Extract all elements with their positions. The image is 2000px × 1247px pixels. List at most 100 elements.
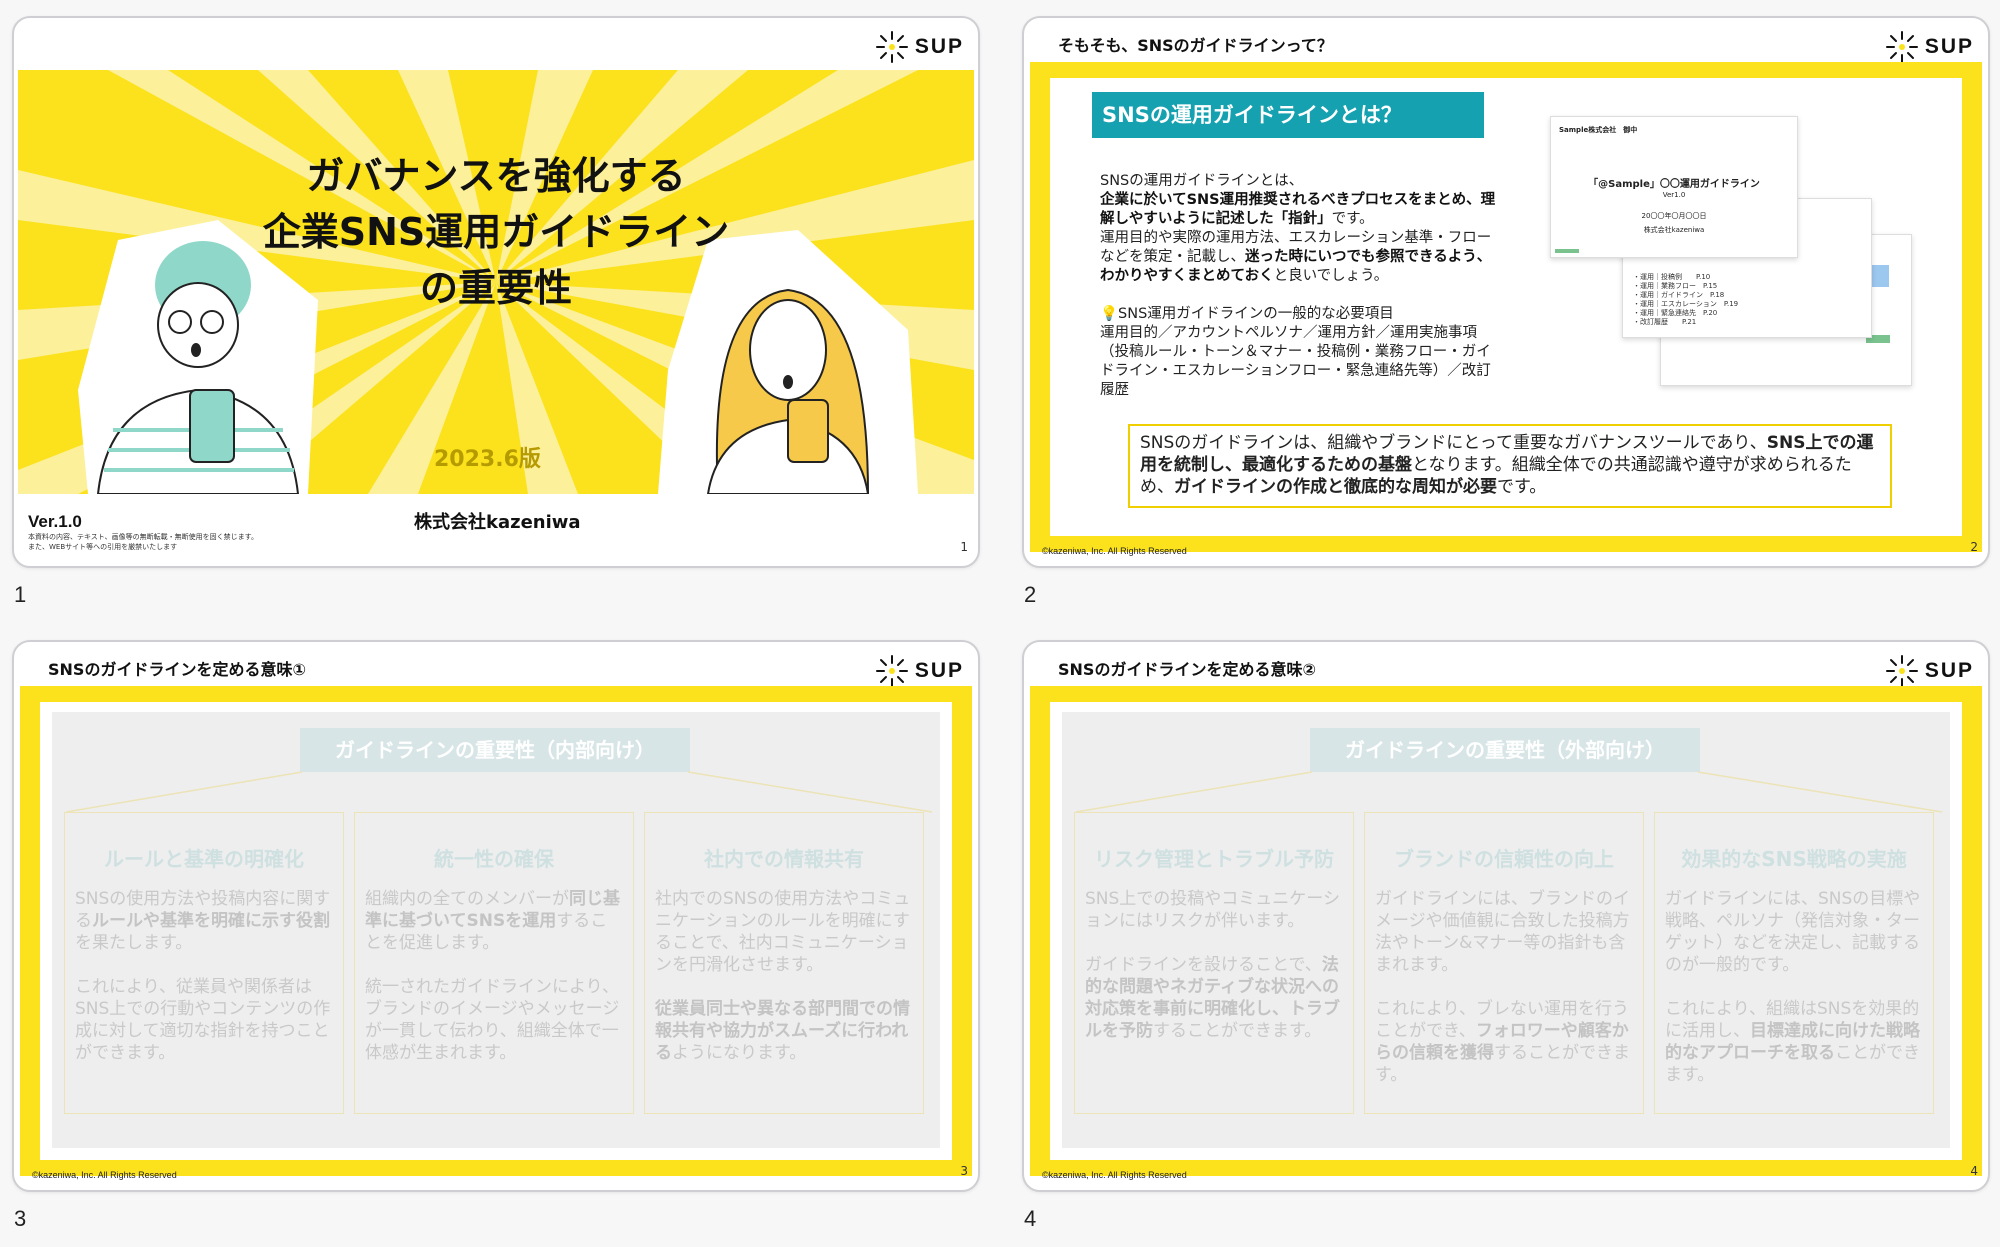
sunburst-icon — [1885, 31, 1918, 63]
copyright: ©kazeniwa, Inc. All Rights Reserved — [1042, 1170, 1187, 1180]
notice-line1: 本資料の内容、テキスト、画像等の無断転載・無断使用を固く禁じます。 — [28, 533, 258, 541]
content-area: SNSの運用ガイドラインとは？ SNSの運用ガイドラインとは、 企業に於いてSN… — [1050, 78, 1962, 536]
dimmed-overlay: ガイドラインの重要性（外部向け） リスク管理とトラブル予防 SNS上での投稿やコ… — [1062, 712, 1950, 1148]
column-card-1: ルールと基準の明確化 SNSの使用方法や投稿内容に関するルールや基準を明確に示す… — [64, 812, 344, 1114]
slide-title: SNSのガイドラインを定める意味① — [48, 660, 306, 679]
slide-thumbnail-1[interactable]: SUP ガバナンスを強化する 企業SNS運用ガイドライン の重要性 2023.6… — [12, 16, 980, 568]
column-title: リスク管理とトラブル予防 — [1094, 847, 1334, 871]
sup-logo: SUP — [875, 652, 964, 690]
doc-author: 株式会社kazeniwa — [1643, 226, 1705, 234]
cover-title-line1: ガバナンスを強化する — [306, 154, 686, 198]
body-text: することができます。 — [1153, 1021, 1322, 1041]
doc-logo-mark — [1555, 249, 1579, 253]
toc-line: ・運用｜エスカレーション P.19 — [1633, 300, 1739, 308]
slide-label-2: 2 — [1024, 582, 1037, 607]
slide-page-number: 1 — [960, 540, 968, 554]
body-text: 社内でのSNSの使用方法やコミュニケーションのルールを明確にすることで、社内コミ… — [655, 889, 911, 975]
toc-line: ・運用｜ガイドライン P.18 — [1633, 291, 1725, 299]
slide-thumbnail-3[interactable]: SNSのガイドラインを定める意味① SUP ガイドラインの重要性（内部向け） ル… — [12, 640, 980, 1192]
toc-line: ・運用｜緊急連絡先 P.20 — [1633, 309, 1718, 317]
column-body: SNS上での投稿やコミュニケーションにはリスクが伴います。 ガイドラインを設ける… — [1085, 888, 1343, 1042]
desc-p2-end: と良いでしょう。 — [1273, 268, 1389, 284]
notice-line2: また、WEBサイト等への引用を厳禁いたします — [28, 543, 178, 551]
logo-text: SUP — [1924, 35, 1974, 58]
slide-thumbnail-2[interactable]: そもそも、SNSのガイドラインって？ SUP SNSの運用ガイドラインとは？ S… — [1022, 16, 1990, 568]
callout-text-d: ガイドラインの作成と徹底的な周知が必要 — [1174, 477, 1497, 497]
column-body: ガイドラインには、ブランドのイメージや価値観に合致した投稿方法やトーン&マナー等… — [1375, 888, 1633, 1086]
logo-text: SUP — [914, 659, 964, 682]
desc-p1-bold: 企業に於いてSNS運用推奨されるべきプロセスをまとめ、理解しやすいように記述した… — [1100, 192, 1496, 227]
dimmed-overlay: ガイドラインの重要性（内部向け） ルールと基準の明確化 SNSの使用方法や投稿内… — [52, 712, 940, 1148]
cover-date: 2023.6版 — [434, 447, 541, 472]
slide-label-4: 4 — [1024, 1206, 1037, 1231]
body-text: SNS上での投稿やコミュニケーションにはリスクが伴います。 — [1085, 889, 1340, 931]
body-text: これにより、従業員や関係者はSNS上での行動やコンテンツの作成に対して適切な指針… — [75, 977, 331, 1063]
cover-notice: 本資料の内容、テキスト、画像等の無断転載・無断使用を固く禁じます。 また、WEB… — [28, 532, 258, 552]
body-text: 統一されたガイドラインにより、ブランドのイメージやメッセージが一貫して伝わり、組… — [365, 977, 620, 1063]
toc-line: ・運用｜業務フロー P.15 — [1633, 282, 1718, 290]
sup-logo: SUP — [1885, 652, 1974, 690]
column-body: ガイドラインには、SNSの目標や戦略、ペルソナ（発信対象・ターゲット）などを決定… — [1665, 888, 1923, 1086]
body-emphasis: ルールや基準を明確に示す役割 — [92, 911, 330, 931]
column-card-1: リスク管理とトラブル予防 SNS上での投稿やコミュニケーションにはリスクが伴いま… — [1074, 812, 1354, 1114]
section-heading: SNSの運用ガイドラインとは？ — [1092, 92, 1484, 138]
column-body: 組織内の全てのメンバーが同じ基準に基づいてSNSを運用することを促進します。 統… — [365, 888, 623, 1064]
desc-p1: SNSの運用ガイドラインとは、 — [1100, 173, 1304, 189]
cover-version: Ver.1.0 — [28, 512, 82, 531]
body-text: ガイドラインには、SNSの目標や戦略、ペルソナ（発信対象・ターゲット）などを決定… — [1665, 889, 1921, 975]
sunburst-icon — [875, 31, 908, 63]
sup-logo: SUP — [875, 28, 964, 66]
copyright: ©kazeniwa, Inc. All Rights Reserved — [32, 1170, 177, 1180]
slide-label-1: 1 — [14, 582, 27, 607]
column-card-2: ブランドの信頼性の向上 ガイドラインには、ブランドのイメージや価値観に合致した投… — [1364, 812, 1644, 1114]
column-title: ブランドの信頼性の向上 — [1394, 847, 1614, 871]
doc-date: 20〇〇年〇月〇〇日 — [1641, 212, 1707, 220]
yellow-frame: ガイドラインの重要性（外部向け） リスク管理とトラブル予防 SNS上での投稿やコ… — [1030, 686, 1982, 1176]
copyright: ©kazeniwa, Inc. All Rights Reserved — [1042, 546, 1187, 556]
slide-page-number: 2 — [1970, 540, 1978, 554]
callout-text-e: です。 — [1497, 477, 1547, 497]
logo-text: SUP — [1924, 659, 1974, 682]
column-card-3: 社内での情報共有 社内でのSNSの使用方法やコミュニケーションのルールを明確にす… — [644, 812, 924, 1114]
column-title: 社内での情報共有 — [704, 847, 864, 871]
doc-company: Sample株式会社 御中 — [1559, 126, 1638, 134]
slide-label-3: 3 — [14, 1206, 27, 1231]
desc-p3: 運用目的／アカウントペルソナ／運用方針／運用実施事項（投稿ルール・トーン＆マナー… — [1100, 325, 1491, 398]
toc-line: ・改訂履歴 P.21 — [1633, 318, 1697, 326]
summary-callout: SNSのガイドラインは、組織やブランドにとって重要なガバナンスツールであり、SN… — [1128, 424, 1892, 508]
callout-text-a: SNSのガイドラインは、組織やブランドにとって重要なガバナンスツールであり、 — [1140, 433, 1767, 453]
cover-company: 株式会社kazeniwa — [414, 512, 581, 533]
desc-p1-end: です。 — [1331, 211, 1374, 227]
body-text: ガイドラインを設けることで、 — [1085, 955, 1322, 975]
column-title: 統一性の確保 — [434, 847, 554, 871]
content-area: ガイドラインの重要性（外部向け） リスク管理とトラブル予防 SNS上での投稿やコ… — [1050, 702, 1962, 1160]
doc-version: Ver1.0 — [1662, 191, 1686, 199]
yellow-frame: SNSの運用ガイドラインとは？ SNSの運用ガイドラインとは、 企業に於いてSN… — [1030, 62, 1982, 552]
body-text: を果たします。 — [75, 933, 193, 953]
logo-text: SUP — [914, 35, 964, 58]
column-body: SNSの使用方法や投稿内容に関するルールや基準を明確に示す役割を果たします。 こ… — [75, 888, 333, 1064]
column-body: 社内でのSNSの使用方法やコミュニケーションのルールを明確にすることで、社内コミ… — [655, 888, 913, 1064]
slide-page-number: 3 — [960, 1164, 968, 1178]
cover-title-line2: 企業SNS運用ガイドライン — [262, 210, 730, 254]
column-title: ルールと基準の明確化 — [104, 847, 304, 871]
description-text: SNSの運用ガイドラインとは、 企業に於いてSNS運用推奨されるべきプロセスをま… — [1100, 172, 1500, 400]
doc-title: 「@Sample」〇〇運用ガイドライン — [1588, 179, 1760, 190]
slide-page-number: 4 — [1970, 1164, 1978, 1178]
toc-line: ・運用｜投稿例 P.10 — [1633, 273, 1711, 281]
body-text: ガイドラインには、ブランドのイメージや価値観に合致した投稿方法やトーン&マナー等… — [1375, 889, 1630, 975]
column-card-3: 効果的なSNS戦略の実施 ガイドラインには、SNSの目標や戦略、ペルソナ（発信対… — [1654, 812, 1934, 1114]
body-text: ようになります。 — [672, 1043, 807, 1063]
sunburst-icon — [875, 655, 908, 687]
sup-logo: SUP — [1885, 28, 1974, 66]
body-text: 組織内の全てのメンバーが — [365, 889, 569, 909]
doc-preview-cover: Sample株式会社 御中 「@Sample」〇〇運用ガイドライン Ver1.0… — [1550, 116, 1798, 258]
desc-p3-head: 💡SNS運用ガイドラインの一般的な必要項目 — [1100, 306, 1394, 322]
cover-title: ガバナンスを強化する 企業SNS運用ガイドライン の重要性 — [14, 148, 978, 316]
slide-thumbnail-4[interactable]: SNSのガイドラインを定める意味② SUP ガイドラインの重要性（外部向け） リ… — [1022, 640, 1990, 1192]
slide-title: そもそも、SNSのガイドラインって？ — [1058, 36, 1333, 55]
column-title: 効果的なSNS戦略の実施 — [1681, 847, 1907, 871]
column-card-2: 統一性の確保 組織内の全てのメンバーが同じ基準に基づいてSNSを運用することを促… — [354, 812, 634, 1114]
yellow-frame: ガイドラインの重要性（内部向け） ルールと基準の明確化 SNSの使用方法や投稿内… — [20, 686, 972, 1176]
slide-title: SNSのガイドラインを定める意味② — [1058, 660, 1316, 679]
